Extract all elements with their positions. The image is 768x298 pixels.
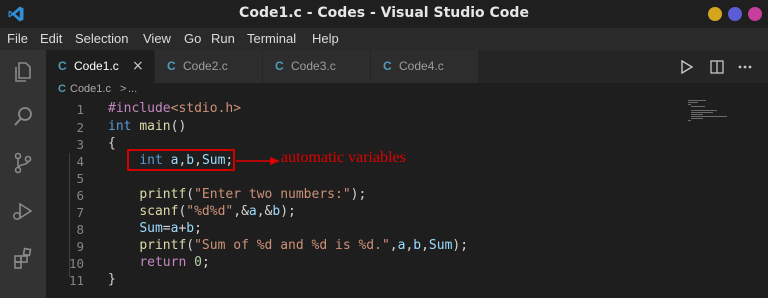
extensions-icon[interactable] <box>11 246 35 270</box>
window-title: Code1.c - Codes - Visual Studio Code <box>239 5 529 21</box>
tab-code3[interactable]: C Code3.c <box>263 50 371 83</box>
title-bar: Code1.c - Codes - Visual Studio Code <box>0 0 768 28</box>
tab-label: Code3.c <box>291 59 336 73</box>
c-file-icon: C <box>58 59 67 73</box>
line-number: 1 <box>76 102 84 117</box>
line-number: 11 <box>68 273 84 288</box>
tab-code2[interactable]: C Code2.c <box>155 50 263 83</box>
tab-label: Code2.c <box>183 59 228 73</box>
code-line: 1 #include<stdio.h> <box>46 101 686 118</box>
breadcrumb-separator: > <box>120 83 127 95</box>
menu-help[interactable]: Help <box>312 31 339 46</box>
menu-go[interactable]: Go <box>184 31 201 46</box>
line-number: 6 <box>76 188 84 203</box>
code-text: Sum=a+b; <box>139 221 202 236</box>
breadcrumb: C Code1.c > ... <box>46 83 768 99</box>
code-line: 8 Sum=a+b; <box>46 221 686 238</box>
code-text: printf("Enter two numbers:"); <box>139 187 367 202</box>
menu-terminal[interactable]: Terminal <box>247 31 296 46</box>
c-file-icon: C <box>167 59 176 73</box>
line-number: 9 <box>76 239 84 254</box>
minimize-button[interactable] <box>708 7 722 21</box>
code-line: 2 int main() <box>46 119 686 136</box>
c-file-icon: C <box>383 59 392 73</box>
code-text: } <box>108 272 116 287</box>
run-debug-icon[interactable] <box>11 199 35 223</box>
indent-guide <box>69 153 70 277</box>
split-editor-icon[interactable] <box>710 60 724 74</box>
code-line: 6 printf("Enter two numbers:"); <box>46 187 686 204</box>
code-line: 7 scanf("%d%d",&a,&b); <box>46 204 686 221</box>
code-text: return 0; <box>139 255 210 270</box>
run-icon[interactable] <box>680 60 694 74</box>
tab-code4[interactable]: C Code4.c <box>371 50 479 83</box>
highlight-box <box>127 149 235 171</box>
arrow-icon <box>236 157 280 165</box>
code-text: int main() <box>108 119 187 134</box>
line-number: 7 <box>76 205 84 220</box>
menu-selection[interactable]: Selection <box>75 31 128 46</box>
tab-code1[interactable]: C Code1.c × <box>46 50 155 83</box>
code-line: 11 } <box>46 272 686 289</box>
code-text: { <box>108 136 116 151</box>
line-number: 5 <box>76 171 84 186</box>
more-actions-icon[interactable] <box>738 65 752 69</box>
c-file-icon: C <box>58 83 66 95</box>
breadcrumb-more[interactable]: ... <box>128 83 137 95</box>
maximize-button[interactable] <box>728 7 742 21</box>
tab-label: Code1.c <box>74 59 119 73</box>
breadcrumb-file[interactable]: Code1.c <box>70 83 111 95</box>
c-file-icon: C <box>275 59 284 73</box>
annotation-label: automatic variables <box>281 149 406 166</box>
menu-edit[interactable]: Edit <box>40 31 62 46</box>
tab-label: Code4.c <box>399 59 444 73</box>
activity-bar <box>0 50 46 298</box>
code-text: #include<stdio.h> <box>108 101 242 116</box>
line-number: 8 <box>76 222 84 237</box>
menu-view[interactable]: View <box>143 31 171 46</box>
line-number: 4 <box>76 154 84 169</box>
tab-bar: C Code1.c × C Code2.c C Code3.c C Code4.… <box>46 50 768 83</box>
menu-run[interactable]: Run <box>211 31 235 46</box>
close-button[interactable] <box>748 7 762 21</box>
menu-file[interactable]: File <box>7 31 28 46</box>
line-number: 3 <box>76 137 84 152</box>
menu-bar: File Edit Selection View Go Run Terminal… <box>0 28 768 50</box>
code-text: scanf("%d%d",&a,&b); <box>139 204 296 219</box>
code-line: 9 printf("Sum of %d and %d is %d.",a,b,S… <box>46 238 686 255</box>
explorer-icon[interactable] <box>11 60 35 84</box>
code-text: printf("Sum of %d and %d is %d.",a,b,Sum… <box>139 238 469 253</box>
line-number: 10 <box>68 256 84 271</box>
close-icon[interactable]: × <box>132 58 144 74</box>
search-icon[interactable] <box>11 105 35 129</box>
code-editor[interactable]: 1 #include<stdio.h> 2 int main() 3 { 4 i… <box>46 99 768 298</box>
line-number: 2 <box>76 120 84 135</box>
code-line: 10 return 0; <box>46 255 686 272</box>
source-control-icon[interactable] <box>11 151 35 175</box>
code-line: 5 <box>46 170 686 187</box>
minimap[interactable] <box>688 100 730 124</box>
